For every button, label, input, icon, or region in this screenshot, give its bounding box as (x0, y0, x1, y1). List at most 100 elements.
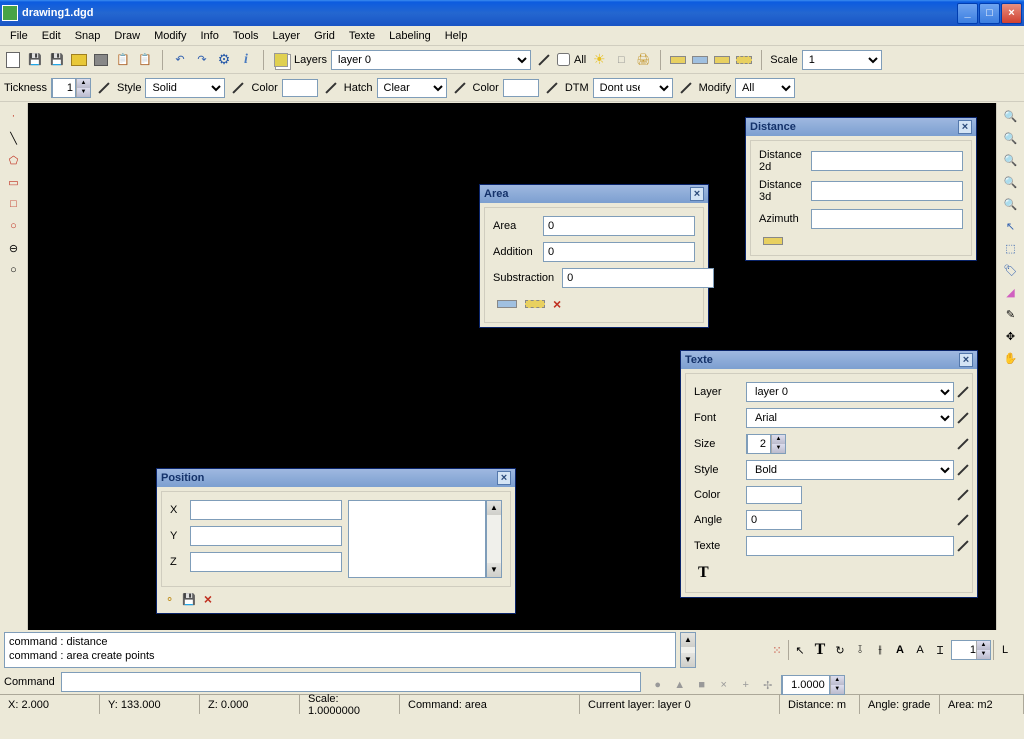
pencil-color2-icon[interactable] (543, 79, 561, 97)
texte-t-icon[interactable]: T (698, 564, 709, 582)
area-ruler1-icon[interactable] (497, 300, 517, 308)
panel-position-title[interactable]: Position × (157, 469, 515, 487)
menu-help[interactable]: Help (439, 28, 474, 44)
arc-icon[interactable]: ⊖ (5, 239, 23, 257)
zoom-in-icon[interactable]: 🔍 (1002, 107, 1020, 125)
panel-texte-title[interactable]: Texte × (681, 351, 977, 369)
rect-icon[interactable]: ▭ (5, 173, 23, 191)
panel-texte-close-icon[interactable]: × (959, 353, 973, 367)
panel-distance-title[interactable]: Distance × (746, 118, 976, 136)
polygon-icon[interactable]: ⬠ (5, 151, 23, 169)
coord-spinner[interactable]: ▲▼ (781, 675, 845, 695)
minimize-button[interactable]: _ (957, 3, 978, 24)
texte-color-swatch[interactable] (746, 486, 802, 504)
texte-color-pencil-icon[interactable] (957, 489, 968, 500)
distance-ruler-icon[interactable] (763, 237, 783, 245)
texte-font-select[interactable]: Arial (746, 408, 954, 428)
menu-file[interactable]: File (4, 28, 34, 44)
menu-edit[interactable]: Edit (36, 28, 67, 44)
pencil2-icon[interactable]: ✎ (1002, 305, 1020, 323)
menu-tools[interactable]: Tools (227, 28, 265, 44)
panel-position-close-icon[interactable]: × (497, 471, 511, 485)
modify-select[interactable]: All (735, 78, 795, 98)
new-icon[interactable] (4, 51, 22, 69)
zoom-fit-icon[interactable]: 🔍 (1002, 151, 1020, 169)
align1-icon[interactable]: ⫱ (851, 641, 869, 659)
grid-icon[interactable]: ⁙ (768, 641, 786, 659)
font-a-icon[interactable]: A (891, 641, 909, 659)
menu-draw[interactable]: Draw (108, 28, 146, 44)
pencil-dtm-icon[interactable] (677, 79, 695, 97)
saveas-icon[interactable]: 💾 (48, 51, 66, 69)
ellipse-icon[interactable]: ○ (5, 261, 23, 279)
cursor-icon[interactable]: Ɪ (931, 641, 949, 659)
shape-plus-icon[interactable]: + (737, 676, 755, 694)
substraction-input[interactable] (562, 268, 714, 288)
pencil-icon[interactable] (535, 51, 553, 69)
shape-tri-icon[interactable]: ▲ (671, 676, 689, 694)
texte-style-select[interactable]: Bold (746, 460, 954, 480)
zoom-out-icon[interactable]: 🔍 (1002, 129, 1020, 147)
maximize-button[interactable]: □ (979, 3, 1000, 24)
command-input[interactable] (61, 672, 641, 692)
ruler1-icon[interactable] (669, 51, 687, 69)
sun-icon[interactable]: ☀ (590, 51, 608, 69)
color2-swatch[interactable] (503, 79, 539, 97)
distance-3d-input[interactable] (811, 181, 963, 201)
texte-size-pencil-icon[interactable] (957, 438, 968, 449)
tag-icon[interactable]: 🏷 (1002, 261, 1020, 279)
rotate-icon[interactable]: ↻ (831, 641, 849, 659)
pencil-color-icon[interactable] (322, 79, 340, 97)
ruler3-icon[interactable] (713, 51, 731, 69)
paste-icon[interactable]: 📋 (136, 51, 154, 69)
panel-area-close-icon[interactable]: × (690, 187, 704, 201)
save-icon[interactable]: 💾 (26, 51, 44, 69)
texte-angle-input[interactable] (746, 510, 802, 530)
menu-info[interactable]: Info (194, 28, 224, 44)
arrow-icon[interactable]: ↖ (1002, 217, 1020, 235)
azimuth-input[interactable] (811, 209, 963, 229)
area-input[interactable] (543, 216, 695, 236)
history-scrollbar[interactable]: ▲▼ (680, 632, 696, 668)
scale-select[interactable]: 1 (802, 50, 882, 70)
num-input[interactable] (952, 641, 976, 659)
addition-input[interactable] (543, 242, 695, 262)
select-icon[interactable]: ⬚ (1002, 239, 1020, 257)
num-spinner[interactable]: ▲▼ (951, 640, 991, 660)
position-list[interactable] (348, 500, 486, 578)
point-icon[interactable]: · (5, 107, 23, 125)
settings-icon[interactable]: ⚙ (215, 51, 233, 69)
align2-icon[interactable]: ⫲ (871, 641, 889, 659)
texte-angle-pencil-icon[interactable] (957, 514, 968, 525)
print-icon[interactable] (92, 51, 110, 69)
redo-icon[interactable]: ↷ (193, 51, 211, 69)
font-a2-icon[interactable]: A (911, 641, 929, 659)
shape-x-icon[interactable]: × (715, 676, 733, 694)
line-icon[interactable]: ╲ (5, 129, 23, 147)
texte-size-spinner[interactable]: ▲▼ (746, 434, 786, 454)
menu-labeling[interactable]: Labeling (383, 28, 437, 44)
zoom-window-icon[interactable]: 🔍 (1002, 173, 1020, 191)
panel-distance-close-icon[interactable]: × (958, 120, 972, 134)
shape-cross-icon[interactable]: ✢ (759, 676, 777, 694)
menu-layer[interactable]: Layer (267, 28, 307, 44)
layer-select[interactable]: layer 0 (331, 50, 531, 70)
arrow2-icon[interactable]: ↖ (791, 641, 809, 659)
pencil-style-icon[interactable] (229, 79, 247, 97)
texte-layer-pencil-icon[interactable] (957, 386, 968, 397)
y-input[interactable] (190, 526, 342, 546)
texte-text-pencil-icon[interactable] (957, 540, 968, 551)
shape-sq-icon[interactable]: ■ (693, 676, 711, 694)
square-icon[interactable]: □ (5, 195, 23, 213)
ruler4-icon[interactable] (735, 51, 753, 69)
position-delete-icon[interactable]: × (204, 591, 212, 607)
panel-area-title[interactable]: Area × (480, 185, 708, 203)
color-swatch[interactable] (282, 79, 318, 97)
layers-icon[interactable] (272, 51, 290, 69)
hand-icon[interactable]: ✋ (1002, 349, 1020, 367)
move-icon[interactable]: ✥ (1002, 327, 1020, 345)
zoom-prev-icon[interactable]: 🔍 (1002, 195, 1020, 213)
menu-texte[interactable]: Texte (343, 28, 381, 44)
circle-icon[interactable]: ○ (5, 217, 23, 235)
position-point-icon[interactable]: ⚬ (165, 593, 174, 606)
